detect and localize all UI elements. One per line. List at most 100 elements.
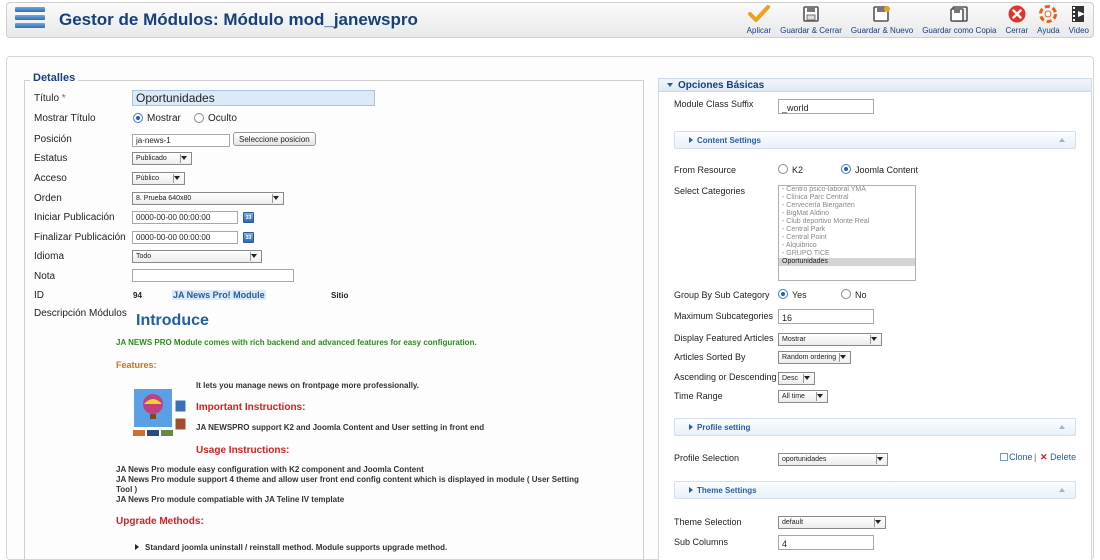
clone-icon — [1000, 453, 1008, 461]
profile-setting-header[interactable]: Profile setting — [674, 418, 1076, 436]
sub-columns-label: Sub Columns — [674, 537, 729, 547]
language-select[interactable]: Todo — [132, 250, 262, 263]
group-no-radio[interactable] — [841, 289, 851, 299]
joomla-content-label: Joomla Content — [855, 165, 919, 175]
upgrade-text: Standard joomla uninstall / reinstall me… — [135, 543, 447, 552]
profile-selection-select[interactable]: oportunidades — [778, 453, 888, 466]
calendar-icon[interactable]: 33 — [243, 212, 254, 223]
time-range-label: Time Range — [674, 391, 723, 401]
display-featured-label: Display Featured Articles — [674, 333, 774, 343]
category-option[interactable]: - Club deportivo Monte Real — [779, 218, 915, 226]
id-value: 94 — [133, 291, 142, 300]
floppy-plus-icon — [873, 6, 891, 22]
checkmark-icon — [747, 5, 770, 22]
title-input[interactable]: Oportunidades — [132, 90, 375, 106]
delete-link[interactable]: ✕ Delete — [1040, 452, 1076, 463]
floppy-icon — [803, 6, 819, 22]
save-new-button[interactable]: Guardar & Nuevo — [851, 4, 913, 35]
collapse-icon — [1059, 488, 1065, 492]
start-publish-input[interactable]: 0000-00-00 00:00:00 — [132, 211, 238, 224]
category-option[interactable]: - Central Park — [779, 226, 915, 234]
calendar-icon[interactable]: 33 — [243, 232, 254, 243]
category-option[interactable]: Oportunidades — [779, 258, 915, 266]
page-title: Gestor de Módulos: Módulo mod_janewspro — [59, 10, 418, 29]
basic-options-header[interactable]: Opciones Básicas — [659, 79, 1091, 92]
help-button[interactable]: Ayuda — [1037, 4, 1060, 35]
max-subcategories-label: Maximum Subcategories — [674, 311, 774, 321]
module-thumbnails — [132, 386, 187, 436]
important-heading: Important Instructions: — [196, 402, 306, 413]
content-settings-header[interactable]: Content Settings — [674, 131, 1076, 149]
access-label: Acceso — [34, 173, 67, 184]
features-text: It lets you manage news on frontpage mor… — [196, 381, 420, 390]
collapse-icon — [1059, 425, 1065, 429]
toolbar: Aplicar Guardar & Cerrar Guardar & Nuevo… — [738, 4, 1089, 38]
module-manager-icon — [15, 7, 45, 33]
module-description-label: Descripción Módulos — [34, 308, 127, 319]
usage-line: Tool ) — [116, 485, 138, 494]
yes-label: Yes — [792, 290, 807, 300]
intro-tagline: JA NEWS PRO Module comes with rich backe… — [116, 338, 477, 347]
finish-publish-input[interactable]: 0000-00-00 00:00:00 — [132, 231, 238, 244]
no-label: No — [855, 290, 867, 300]
apply-button[interactable]: Aplicar — [747, 4, 771, 35]
display-featured-select[interactable]: Mostrar — [778, 333, 882, 346]
max-subcategories-input[interactable]: 16 — [778, 309, 874, 324]
status-select[interactable]: Publicado — [132, 152, 192, 165]
details-legend: Detalles — [30, 72, 79, 84]
clone-link[interactable]: Clone — [1000, 452, 1033, 462]
video-icon — [1071, 6, 1085, 22]
language-label: Idioma — [34, 251, 65, 262]
save-copy-button[interactable]: Guardar como Copia — [922, 4, 996, 35]
page-header: Gestor de Módulos: Módulo mod_janewspro … — [6, 2, 1094, 38]
save-close-button[interactable]: Guardar & Cerrar — [780, 4, 842, 35]
category-option[interactable]: - Central Point — [779, 234, 915, 242]
sorted-by-select[interactable]: Random ordering — [778, 351, 851, 364]
intro-title: Introduce — [136, 312, 209, 329]
categories-listbox[interactable]: - Centro psico-laboral YMA - Clínica Parc… — [778, 185, 916, 281]
close-icon — [1008, 5, 1026, 23]
order-select[interactable]: 8. Prueba 640x80 — [132, 192, 284, 205]
joomla-content-radio[interactable] — [841, 164, 851, 174]
triangle-down-icon — [667, 83, 673, 88]
module-class-input[interactable]: _world — [778, 99, 874, 114]
asc-desc-select[interactable]: Desc — [778, 372, 815, 385]
upgrade-heading: Upgrade Methods: — [116, 516, 204, 527]
k2-radio[interactable] — [778, 164, 788, 174]
sorted-by-label: Articles Sorted By — [674, 352, 746, 362]
theme-selection-label: Theme Selection — [674, 517, 742, 527]
status-label: Estatus — [34, 153, 68, 164]
select-position-button[interactable]: Seleccione posicion — [233, 132, 316, 146]
access-select[interactable]: Público — [132, 172, 185, 185]
close-button[interactable]: Cerrar — [1005, 4, 1028, 35]
video-button[interactable]: Video — [1069, 4, 1089, 35]
category-option[interactable]: - Centro psico-laboral YMA — [779, 186, 915, 194]
category-option[interactable]: - Alquibrico — [779, 242, 915, 250]
from-resource-label: From Resource — [674, 165, 737, 175]
show-title-label: Mostrar Título — [34, 113, 96, 124]
category-option[interactable]: - Clínica Parc Central — [779, 194, 915, 202]
important-text: JA NEWSPRO support K2 and Joomla Content… — [196, 423, 485, 432]
category-option[interactable]: - BigMat Aldino — [779, 210, 915, 218]
triangle-right-icon — [689, 487, 693, 493]
order-label: Orden — [34, 193, 62, 204]
finish-publish-label: Finalizar Publicación — [34, 232, 126, 243]
hide-title-radio[interactable] — [194, 113, 204, 123]
k2-label: K2 — [792, 165, 804, 175]
features-heading: Features: — [116, 360, 157, 370]
theme-settings-header[interactable]: Theme Settings — [674, 481, 1076, 499]
time-range-select[interactable]: All time — [778, 390, 828, 403]
separator: | — [1034, 452, 1037, 462]
show-title-radio[interactable] — [133, 113, 143, 123]
group-yes-radio[interactable] — [778, 289, 788, 299]
position-input[interactable]: ja-news-1 — [132, 134, 230, 147]
note-input[interactable] — [132, 269, 294, 282]
category-option[interactable]: - GRUPO TICE — [779, 250, 915, 258]
sub-columns-input[interactable]: 4 — [778, 535, 874, 550]
category-option[interactable]: - Cervecería Biergarten — [779, 202, 915, 210]
group-by-label: Group By Sub Category — [674, 290, 770, 300]
asc-desc-label: Ascending or Descending — [674, 372, 777, 382]
balloon-image-icon — [132, 387, 187, 436]
hide-label: Oculto — [208, 113, 237, 124]
theme-selection-select[interactable]: default — [778, 516, 886, 529]
